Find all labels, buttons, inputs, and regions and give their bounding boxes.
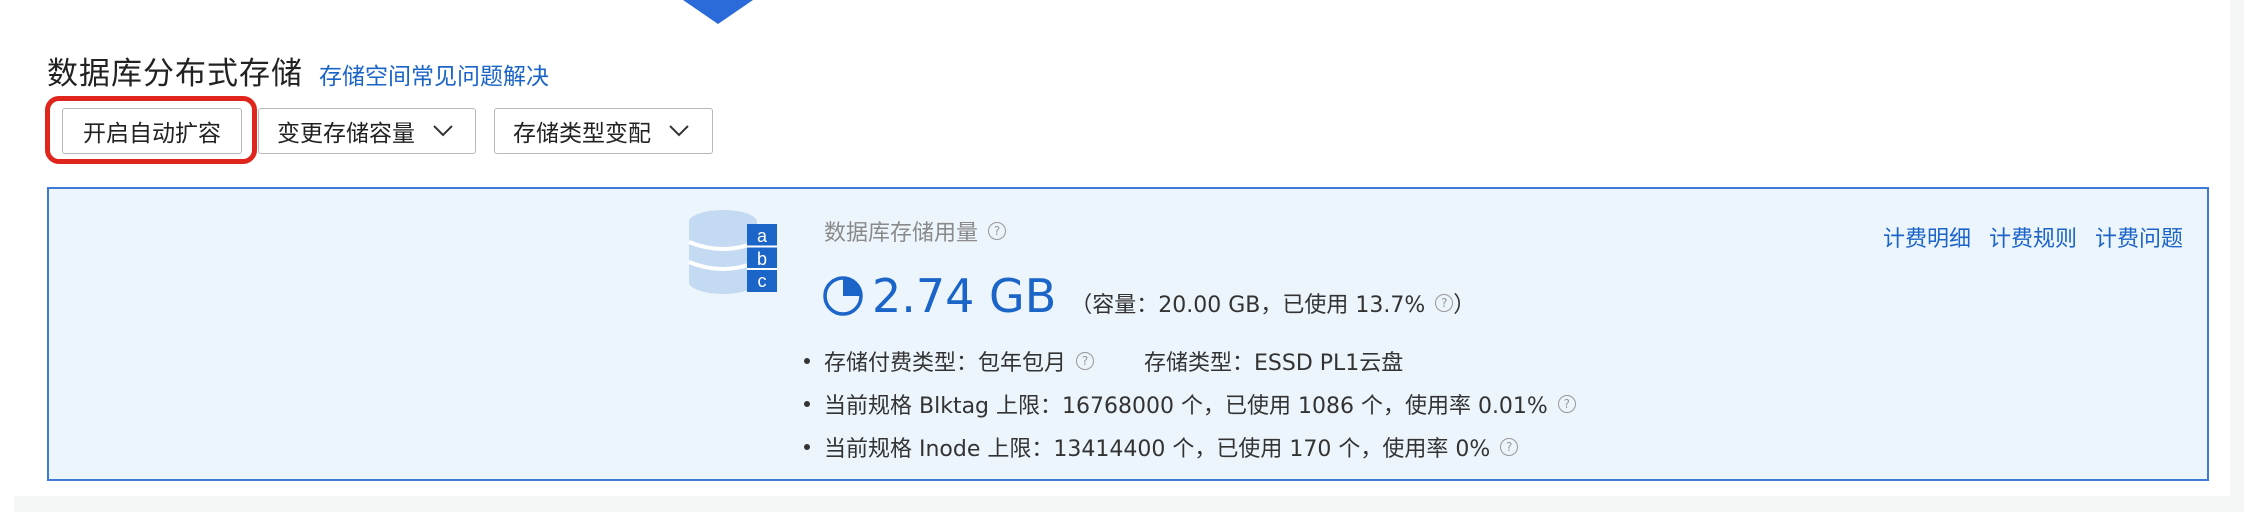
storage-info-box: a b c 数据库存储用量 ? 2.74 GB （容量：20.00 GB，已使用… [47,187,2209,481]
billing-links: 计费明细 计费规则 计费问题 [1883,221,2183,253]
icon-letter-b: b [757,249,767,269]
billing-details-link[interactable]: 计费明细 [1883,221,1971,253]
storage-faq-link[interactable]: 存储空间常见问题解决 [319,57,549,91]
list-item: 存储付费类型：包年包月 ? 存储类型：ESSD PL1云盘 [804,339,1576,382]
page-title: 数据库分布式存储 [47,56,303,92]
inode-limit-text: 当前规格 Inode 上限：13414400 个，已使用 170 个，使用率 0… [824,436,1491,462]
pie-chart-icon [823,276,863,316]
question-icon[interactable]: ? [988,222,1007,240]
capacity-detail-text: （容量：20.00 GB，已使用 13.7% [1070,293,1426,318]
billing-faq-link[interactable]: 计费问题 [2095,221,2183,253]
chevron-down-icon [669,125,689,137]
question-icon[interactable]: ? [1500,437,1519,456]
list-item: 当前规格 Blktag 上限：16768000 个，已使用 1086 个，使用率… [804,382,1576,425]
database-icon: a b c [688,210,777,294]
change-type-label: 存储类型变配 [513,121,651,147]
change-capacity-dropdown[interactable]: 变更存储容量 [258,108,476,154]
icon-letter-c: c [758,271,767,291]
storage-used-value: 2.74 GB [872,269,1057,323]
auto-expand-label: 开启自动扩容 [83,121,221,147]
question-icon[interactable]: ? [1557,394,1576,413]
tab-pointer-arrow [683,0,753,24]
change-type-dropdown[interactable]: 存储类型变配 [494,108,713,154]
storage-capacity-detail: （容量：20.00 GB，已使用 13.7% ? ） [1070,287,1475,319]
storage-usage-label: 数据库存储用量 ? [824,215,1007,247]
billing-rules-link[interactable]: 计费规则 [1989,221,2077,253]
change-capacity-label: 变更存储容量 [277,121,415,147]
blktag-limit-text: 当前规格 Blktag 上限：16768000 个，已使用 1086 个，使用率… [824,393,1548,419]
question-icon[interactable]: ? [1435,294,1454,312]
chevron-down-icon [433,125,453,137]
storage-usage-row: 2.74 GB （容量：20.00 GB，已使用 13.7% ? ） [822,269,1475,323]
auto-expand-button[interactable]: 开启自动扩容 [62,108,242,154]
list-item: 当前规格 Inode 上限：13414400 个，已使用 170 个，使用率 0… [804,425,1576,468]
section-header: 数据库分布式存储 存储空间常见问题解决 [47,48,549,93]
storage-usage-label-text: 数据库存储用量 [824,221,979,246]
icon-letter-a: a [757,226,768,246]
storage-type-text: 存储类型：ESSD PL1云盘 [1144,350,1404,376]
storage-details-list: 存储付费类型：包年包月 ? 存储类型：ESSD PL1云盘 当前规格 Blkta… [804,339,1576,468]
capacity-detail-close: ） [1453,293,1476,318]
question-icon[interactable]: ? [1076,351,1095,370]
billing-type-text: 存储付费类型：包年包月 [824,350,1067,376]
